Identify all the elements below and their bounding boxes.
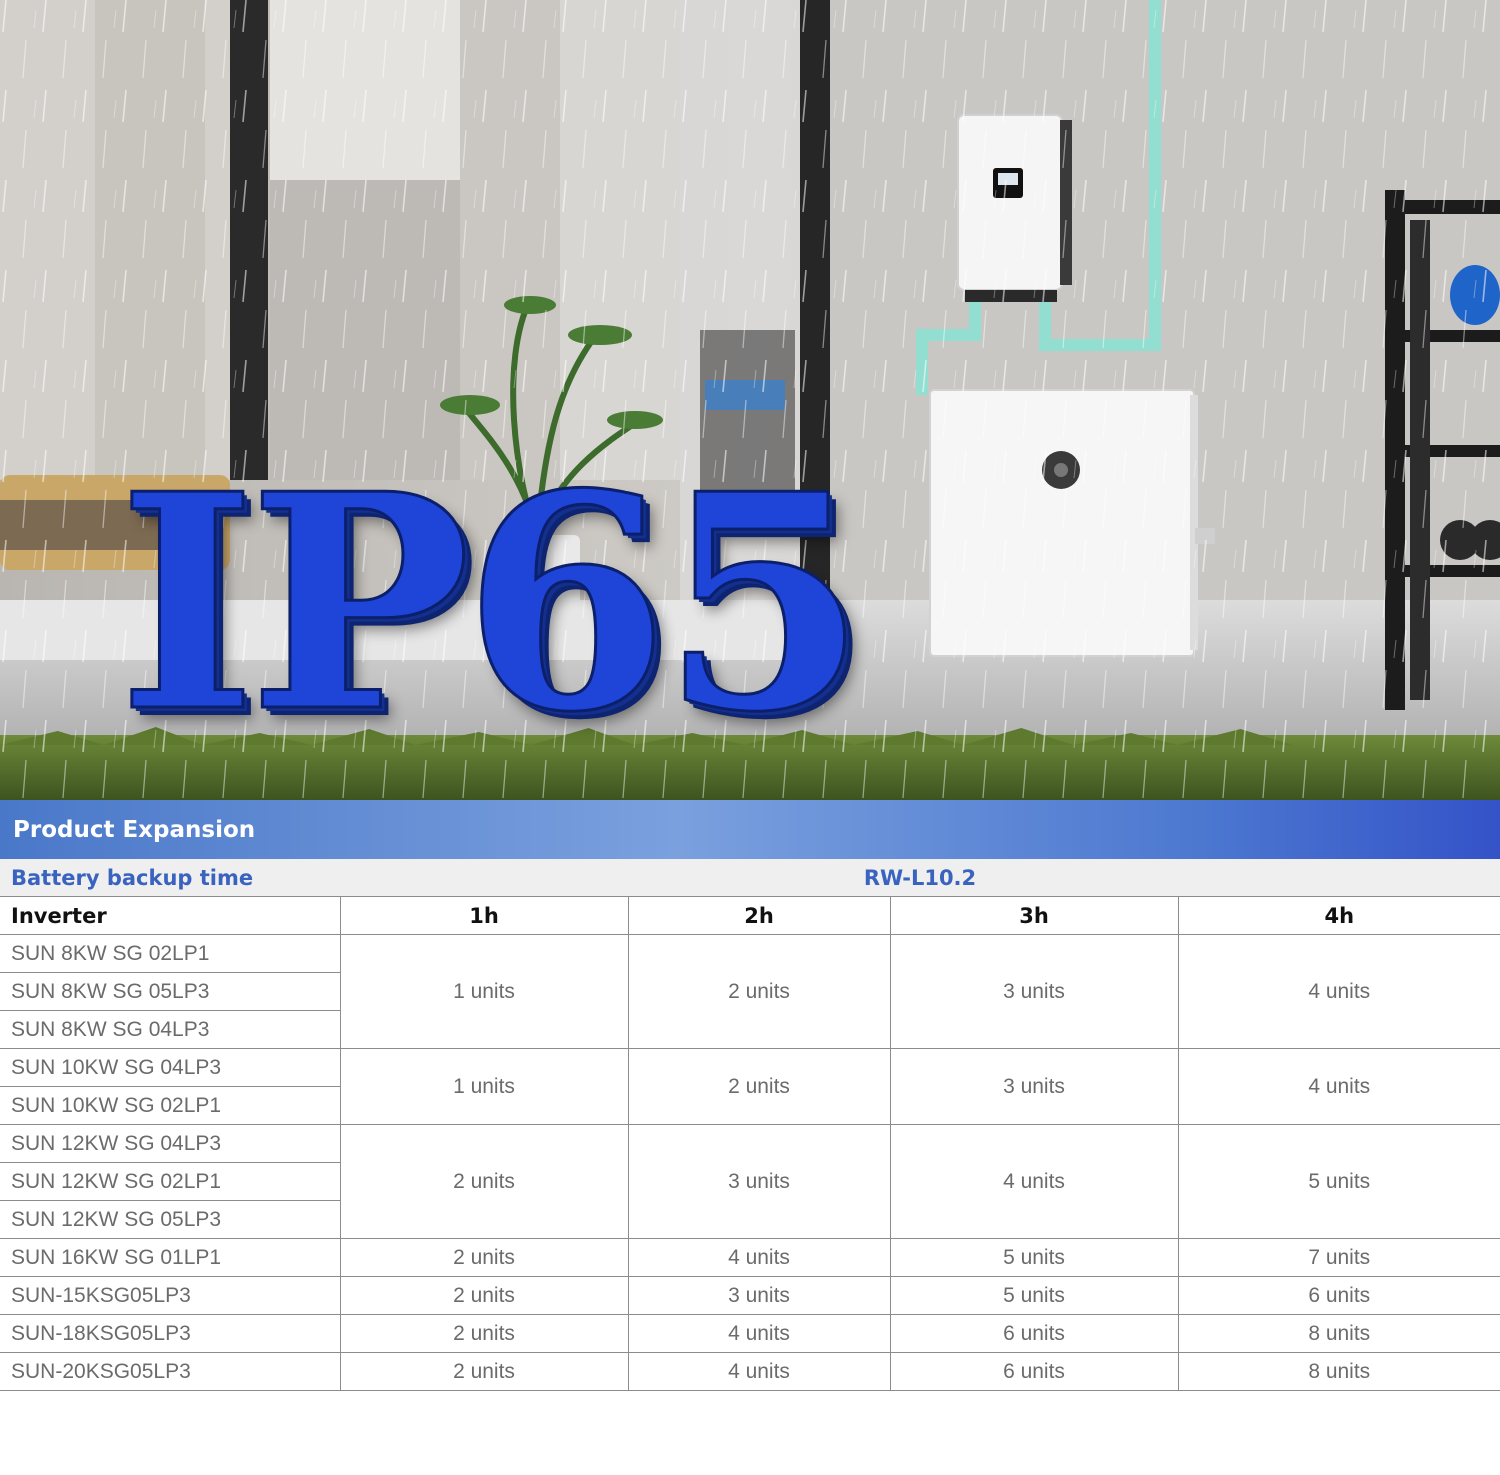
ip65-headline: IP65 [117, 429, 869, 777]
inverter-model: SUN 8KW SG 02LP1 [0, 934, 341, 973]
battery-units-cell: 4 units [889, 1124, 1179, 1239]
battery-units-cell: 2 units [339, 1276, 629, 1315]
inverter-model: SUN-20KSG05LP3 [0, 1352, 341, 1391]
battery-units-cell: 8 units [1177, 1314, 1500, 1353]
battery-units-cell: 5 units [889, 1238, 1179, 1277]
inverter-model: SUN 12KW SG 05LP3 [0, 1200, 341, 1239]
table-row: SUN 16KW SG 01LP1 2 units 4 units 5 units 7 … [0, 1238, 1500, 1277]
table-row: SUN-20KSG05LP3 2 units 4 units 6 units 8 uni… [0, 1352, 1500, 1391]
battery-units-cell: 3 units [627, 1276, 891, 1315]
battery-units-cell: 5 units [1177, 1124, 1500, 1239]
inverter-model: SUN 8KW SG 04LP3 [0, 1010, 341, 1049]
battery-units-cell: 4 units [627, 1314, 891, 1353]
section-title: Product Expansion [13, 816, 256, 843]
battery-units-cell: 1 units [339, 934, 629, 1049]
duration-header: 4h [1177, 896, 1500, 935]
battery-units-cell: 2 units [627, 934, 891, 1049]
battery-units-cell: 1 units [339, 1048, 629, 1125]
battery-units-cell: 2 units [339, 1124, 629, 1239]
duration-header: 3h [889, 896, 1179, 935]
battery-units-cell: 6 units [1177, 1276, 1500, 1315]
expansion-table: Battery backup time RW-L10.2 Inverter 1h… [0, 859, 1500, 1391]
battery-units-cell: 2 units [339, 1238, 629, 1277]
battery-units-cell: 6 units [889, 1314, 1179, 1353]
table-row: SUN 12KW SG 04LP3 2 units 3 units 4 units 5 … [0, 1124, 1500, 1239]
inverter-model: SUN-18KSG05LP3 [0, 1314, 341, 1353]
battery-units-cell: 7 units [1177, 1238, 1500, 1277]
column-header-row: Inverter 1h 2h 3h 4h [0, 896, 1500, 935]
table-row: SUN 8KW SG 02LP1 1 units 2 units 3 units 4 u… [0, 934, 1500, 1049]
inverter-model: SUN 12KW SG 04LP3 [0, 1124, 341, 1163]
inverter-column-header: Inverter [0, 896, 341, 935]
battery-units-cell: 3 units [627, 1124, 891, 1239]
inverter-model: SUN 8KW SG 05LP3 [0, 972, 341, 1011]
battery-model: RW-L10.2 [340, 859, 1500, 897]
inverter-model: SUN 16KW SG 01LP1 [0, 1238, 341, 1277]
inverter-model: SUN 10KW SG 04LP3 [0, 1048, 341, 1087]
battery-units-cell: 4 units [1177, 1048, 1500, 1125]
table-row: SUN-18KSG05LP3 2 units 4 units 6 units 8 uni… [0, 1314, 1500, 1353]
battery-units-cell: 8 units [1177, 1352, 1500, 1391]
table-row: SUN 10KW SG 04LP3 1 units 2 units 3 units 4 … [0, 1048, 1500, 1125]
battery-units-cell: 4 units [627, 1238, 891, 1277]
battery-units-cell: 2 units [627, 1048, 891, 1125]
battery-units-cell: 4 units [1177, 934, 1500, 1049]
battery-units-cell: 2 units [339, 1314, 629, 1353]
battery-units-cell: 4 units [627, 1352, 891, 1391]
duration-header: 1h [339, 896, 629, 935]
battery-units-cell: 2 units [339, 1352, 629, 1391]
inverter-model: SUN-15KSG05LP3 [0, 1276, 341, 1315]
battery-units-cell: 6 units [889, 1352, 1179, 1391]
section-banner: Product Expansion [0, 800, 1500, 859]
inverter-model: SUN 12KW SG 02LP1 [0, 1162, 341, 1201]
duration-header: 2h [627, 896, 891, 935]
inverter-model: SUN 10KW SG 02LP1 [0, 1086, 341, 1125]
battery-units-cell: 5 units [889, 1276, 1179, 1315]
table-header-row: Battery backup time RW-L10.2 [0, 859, 1500, 897]
table-row: SUN-15KSG05LP3 2 units 3 units 5 units 6 uni… [0, 1276, 1500, 1315]
backup-time-label: Battery backup time [0, 859, 340, 897]
hero-image: IP65 [0, 0, 1500, 800]
battery-units-cell: 3 units [889, 934, 1179, 1049]
battery-units-cell: 3 units [889, 1048, 1179, 1125]
